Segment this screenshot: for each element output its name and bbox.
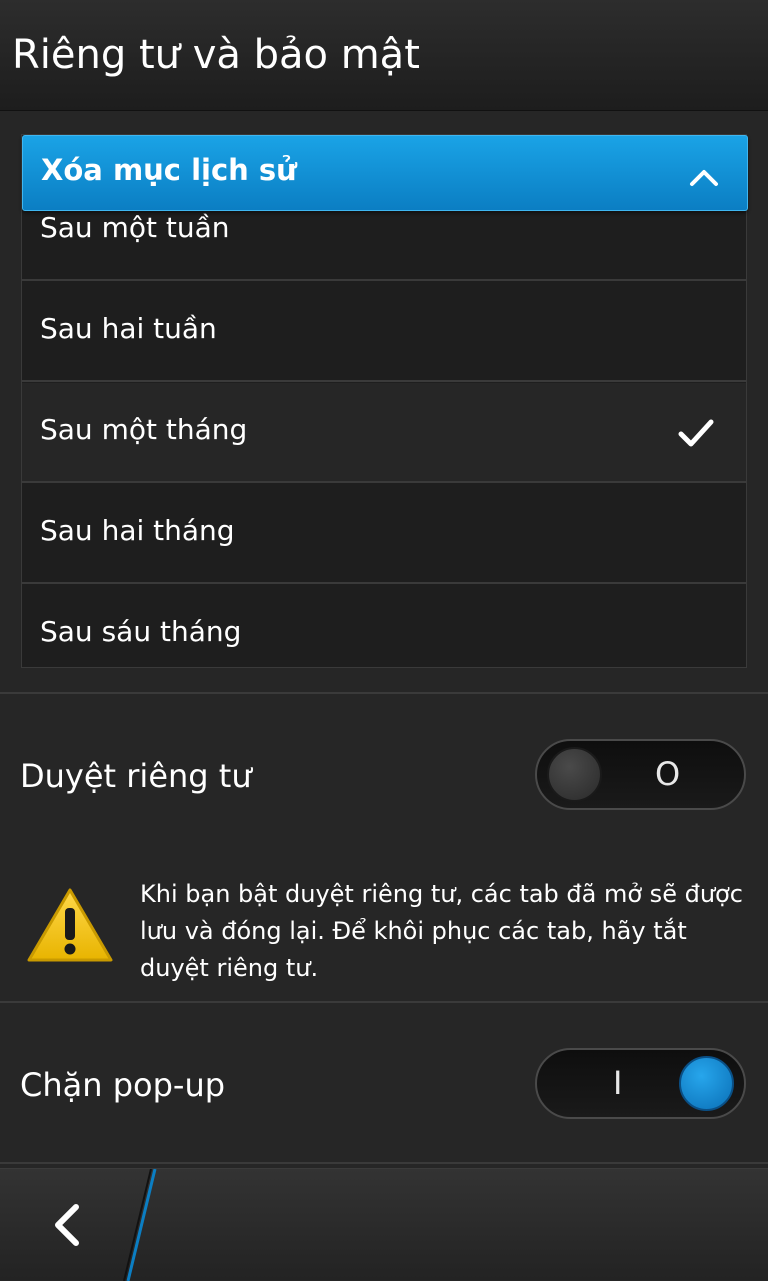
option-six-months[interactable]: Sau sáu tháng xyxy=(22,585,746,667)
divider xyxy=(0,692,768,694)
toggle-off-mark: O xyxy=(655,755,681,793)
option-label: Sau một tháng xyxy=(40,413,248,446)
back-button[interactable] xyxy=(0,1169,145,1281)
option-label: Sau sáu tháng xyxy=(40,615,242,648)
option-one-month[interactable]: Sau một tháng xyxy=(22,383,746,483)
bottom-action-bar xyxy=(0,1168,768,1281)
toggle-knob xyxy=(679,1056,734,1111)
popup-block-label: Chặn pop-up xyxy=(20,1066,226,1104)
history-dropdown-header[interactable]: Xóa mục lịch sử xyxy=(22,135,748,211)
option-label: Sau hai tháng xyxy=(40,514,235,547)
page-title: Riêng tư và bảo mật xyxy=(12,32,420,78)
option-two-months[interactable]: Sau hai tháng xyxy=(22,484,746,584)
history-dropdown-label: Xóa mục lịch sử xyxy=(41,153,297,187)
history-options-list: Sau một tuần Sau hai tuần Sau một tháng … xyxy=(22,211,746,667)
divider xyxy=(0,1162,768,1164)
toggle-on-mark: I xyxy=(613,1064,623,1102)
toggle-knob xyxy=(547,747,602,802)
divider xyxy=(0,1001,768,1003)
private-browsing-toggle[interactable]: O xyxy=(535,739,746,810)
back-chevron-icon xyxy=(55,1204,79,1246)
private-browsing-label: Duyệt riêng tư xyxy=(20,757,252,795)
chevron-up-icon xyxy=(690,170,718,186)
warning-triangle-icon xyxy=(27,888,113,962)
option-label: Sau hai tuần xyxy=(40,312,217,345)
option-label: Sau một tuần xyxy=(40,211,230,244)
popup-block-toggle[interactable]: I xyxy=(535,1048,746,1119)
option-one-week[interactable]: Sau một tuần xyxy=(22,211,746,281)
checkmark-icon xyxy=(678,419,714,447)
private-browsing-warning: Khi bạn bật duyệt riêng tư, các tab đã m… xyxy=(140,880,743,982)
history-dropdown: Xóa mục lịch sử Sau một tuần Sau hai tuầ… xyxy=(21,134,748,668)
option-two-weeks[interactable]: Sau hai tuần xyxy=(22,282,746,382)
title-bar: Riêng tư và bảo mật xyxy=(0,0,768,111)
